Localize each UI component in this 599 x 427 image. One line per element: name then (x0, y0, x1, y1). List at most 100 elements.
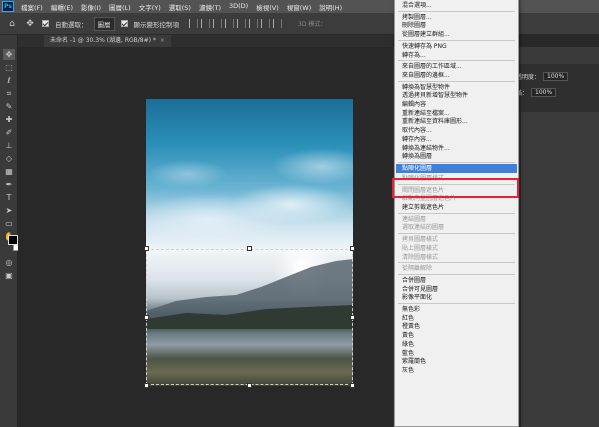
context-menu-item[interactable]: 橙黃色 (396, 322, 517, 331)
menu-separator (398, 233, 515, 235)
document-tab[interactable]: 未命名 -1 @ 30.3% (湖邊, RGB/8#) * × (44, 35, 171, 47)
close-tab-icon[interactable]: × (160, 37, 165, 44)
transform-handle-tl[interactable] (144, 246, 149, 251)
eraser-tool-icon[interactable]: ◇ (3, 153, 15, 164)
context-menu-item[interactable]: 轉換為智慧型物件 (396, 83, 517, 92)
path-select-icon[interactable]: ➤ (3, 205, 15, 216)
context-menu-item[interactable]: 拷製圖層... (396, 13, 517, 22)
transform-handle-ml[interactable] (144, 315, 149, 320)
type-tool-icon[interactable]: T (3, 192, 15, 203)
gradient-tool-icon[interactable]: ▦ (3, 166, 15, 177)
context-menu-item[interactable]: 混合選項... (396, 1, 517, 10)
stamp-tool-icon[interactable]: ⊥ (3, 140, 15, 151)
transform-handle-tc[interactable] (247, 246, 252, 251)
show-transform-checkbox[interactable] (120, 20, 128, 27)
menu-separator (398, 262, 515, 264)
distribute-2-icon[interactable] (273, 19, 282, 28)
tools-panel: ✥ ⬚ ℓ ⌗ ✎ ✚ ✐ ⊥ ◇ ▦ ✒ T ➤ ▭ ✋ ◎ ▣ (0, 35, 23, 427)
menu-separator (398, 60, 515, 62)
shape-tool-icon[interactable]: ▭ (3, 218, 15, 229)
menu-item[interactable]: 圖層(L) (105, 2, 135, 12)
home-icon[interactable]: ⌂ (6, 18, 18, 30)
quick-mask-icon[interactable]: ◎ (3, 257, 15, 268)
brush-tool-icon[interactable]: ✐ (3, 127, 15, 138)
layers-list-panel (520, 112, 599, 427)
lasso-tool-icon[interactable]: ℓ (3, 75, 15, 86)
photoshop-logo: Ps (2, 1, 14, 12)
context-menu-item[interactable]: 取代內容... (396, 126, 517, 135)
menu-item[interactable]: 文字(Y) (135, 2, 165, 12)
context-menu-item[interactable]: 合併可見圖層 (396, 285, 517, 294)
transform-handle-mr[interactable] (350, 315, 355, 320)
context-menu-item[interactable]: 重新連結至資料庫圖形... (396, 117, 517, 126)
transform-bounding-box[interactable] (146, 249, 353, 385)
healing-brush-icon[interactable]: ✚ (3, 114, 15, 125)
menu-item[interactable]: 編輯(E) (47, 2, 77, 12)
3d-mode-label: 3D 模式： (298, 21, 327, 28)
context-menu-item[interactable]: 刪除圖層 (396, 21, 517, 30)
context-menu-item: 選取連結的圖層 (402, 224, 445, 232)
distribute-icon[interactable] (261, 19, 270, 28)
context-menu-item[interactable]: 建立剪裁遮色片 (396, 203, 517, 212)
show-transform-label: 顯示變形控制項 (133, 20, 180, 29)
menu-item[interactable]: 檢視(V) (252, 2, 283, 12)
layer-context-menu: 混合選項... 拷製圖層... 刪除圖層 從圖層建立群組... 快速轉存為 PNG 轉存為… (394, 0, 519, 427)
marquee-tool-icon[interactable]: ⬚ (3, 62, 15, 73)
context-menu-item[interactable]: 重新連結至檔案... (396, 109, 517, 118)
context-menu-item[interactable]: 編輯內容 (396, 100, 517, 109)
opacity-input[interactable]: 100% (543, 72, 569, 81)
context-menu-item[interactable]: 轉存為... (396, 51, 517, 60)
annotation-highlight-box (392, 178, 519, 198)
fill-input[interactable]: 100% (531, 88, 557, 97)
menu-item[interactable]: 3D(D) (225, 2, 252, 12)
context-menu-item[interactable]: 合併圖層 (396, 276, 517, 285)
transform-handle-tr[interactable] (350, 246, 355, 251)
context-menu-item[interactable]: 從圖層建立群組... (396, 30, 517, 39)
rasterize-layer-menu-item[interactable]: 點陣化圖層 (396, 163, 517, 173)
context-menu-item: 拷貝圖層樣式 (402, 236, 439, 244)
auto-select-checkbox[interactable] (42, 20, 49, 27)
auto-select-label: 自動選取： (55, 20, 88, 29)
menu-item[interactable]: 濾鏡(T) (195, 2, 225, 12)
align-center-icon[interactable] (201, 19, 210, 28)
context-menu-item[interactable]: 紫羅蘭色 (396, 357, 517, 366)
menu-item[interactable]: 說明(H) (315, 2, 346, 12)
move-tool-icon[interactable]: ✥ (24, 18, 36, 30)
context-menu-item[interactable]: 灰色 (396, 366, 517, 375)
align-right-icon[interactable] (213, 19, 222, 28)
context-menu-item[interactable]: 轉換為連結物件... (396, 144, 517, 153)
context-menu-item[interactable]: 無色彩 (396, 305, 517, 314)
context-menu-item[interactable]: 轉換為圖層 (396, 152, 517, 161)
screen-mode-icon[interactable]: ▣ (3, 270, 15, 281)
menu-item[interactable]: 影像(I) (77, 2, 105, 12)
document-tab-bar: 未命名 -1 @ 30.3% (湖邊, RGB/8#) * × (18, 35, 393, 47)
context-menu-item[interactable]: 影像平面化 (396, 293, 517, 302)
context-menu-item[interactable]: 藍色 (396, 349, 517, 358)
context-menu-item[interactable]: 轉存內容... (396, 135, 517, 144)
pen-tool-icon[interactable]: ✒ (3, 179, 15, 190)
context-menu-item[interactable]: 紅色 (396, 314, 517, 323)
auto-select-dropdown[interactable]: 圖層 (93, 16, 115, 31)
context-menu-item: 貼上圖層樣式 (402, 244, 439, 252)
crop-tool-icon[interactable]: ⌗ (3, 88, 15, 99)
align-bottom-icon[interactable] (249, 19, 258, 28)
context-menu-item[interactable]: 黃色 (396, 331, 517, 340)
eyedropper-tool-icon[interactable]: ✎ (3, 101, 15, 112)
context-menu-item[interactable]: 透過拷貝新增智慧型物件 (396, 91, 517, 100)
canvas-area[interactable] (18, 47, 393, 427)
foreground-color-swatch[interactable] (8, 235, 18, 245)
transform-handle-bc[interactable] (247, 383, 252, 388)
context-menu-item[interactable]: 綠色 (396, 340, 517, 349)
transform-handle-bl[interactable] (144, 383, 149, 388)
context-menu-item[interactable]: 快速轉存為 PNG (396, 42, 517, 51)
align-middle-icon[interactable] (237, 19, 246, 28)
menu-item[interactable]: 選取(S) (165, 2, 195, 12)
transform-handle-br[interactable] (350, 383, 355, 388)
context-menu-item[interactable]: 來自圖層的工作區域... (396, 62, 517, 71)
menu-item[interactable]: 檔案(F) (17, 2, 47, 12)
context-menu-item[interactable]: 來自圖層的邊框... (396, 71, 517, 80)
align-top-icon[interactable] (225, 19, 234, 28)
align-left-icon[interactable] (189, 19, 198, 28)
move-tool-icon[interactable]: ✥ (3, 49, 15, 60)
menu-item[interactable]: 視窗(W) (283, 2, 316, 12)
